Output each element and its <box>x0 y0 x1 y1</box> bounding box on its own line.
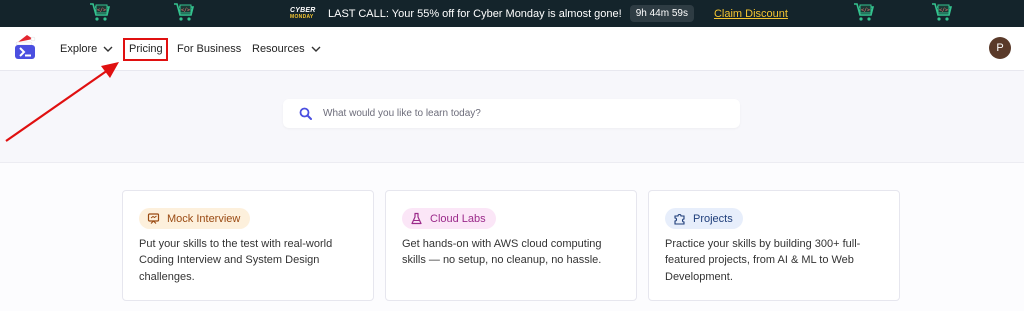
puzzle-icon <box>674 214 685 225</box>
cyber-logo-line2: MONDAY <box>290 13 314 20</box>
shopping-cart-icon: </> <box>174 3 195 21</box>
nav-resources[interactable]: Resources <box>252 27 321 71</box>
pricing-highlight-box <box>123 38 168 61</box>
projects-label: Projects <box>693 212 733 225</box>
nav-business-label: For Business <box>177 43 242 55</box>
whiteboard-icon <box>147 213 160 224</box>
shopping-cart-icon: </> <box>854 3 875 21</box>
cyber-logo-line1: CYBER <box>290 6 316 14</box>
countdown-timer: 9h 44m 59s <box>629 5 694 22</box>
cloud-labs-card[interactable]: Cloud Labs Get hands-on with AWS cloud c… <box>385 190 637 301</box>
cloud-labs-pill: Cloud Labs <box>402 208 496 229</box>
nav-resources-label: Resources <box>252 43 305 55</box>
search-bar[interactable] <box>283 99 740 128</box>
shopping-cart-icon: </> <box>932 3 953 21</box>
banner-content: CYBER MONDAY LAST CALL: Your 55% off for… <box>290 0 788 27</box>
claim-discount-link[interactable]: Claim Discount <box>714 8 788 20</box>
nav-for-business[interactable]: For Business <box>177 27 241 71</box>
user-avatar[interactable]: P <box>989 37 1011 59</box>
banner-message: LAST CALL: Your 55% off for Cyber Monday… <box>328 7 622 20</box>
chevron-down-icon <box>311 46 321 52</box>
cloud-labs-description: Get hands-on with AWS cloud computing sk… <box>402 238 602 267</box>
nav-explore-label: Explore <box>60 43 98 55</box>
educative-logo-icon[interactable] <box>13 33 37 61</box>
mock-interview-description: Put your skills to the test with real-wo… <box>139 238 333 283</box>
cyber-monday-logo: CYBER MONDAY <box>290 6 322 22</box>
svg-text:</>: </> <box>939 8 948 14</box>
search-icon <box>299 107 312 120</box>
flask-icon <box>411 212 422 225</box>
top-navbar: Explore Pricing For Business Resources P <box>0 27 1024 71</box>
mock-interview-card[interactable]: Mock Interview Put your skills to the te… <box>122 190 374 301</box>
cloud-labs-label: Cloud Labs <box>430 212 486 225</box>
svg-text:</>: </> <box>181 8 190 14</box>
mock-interview-pill: Mock Interview <box>139 208 251 229</box>
nav-explore[interactable]: Explore <box>60 27 113 71</box>
shopping-cart-icon: </> <box>90 3 111 21</box>
promo-banner: </> </> </> </> CYBER MONDAY LAST CALL: … <box>0 0 1024 27</box>
search-input[interactable] <box>323 108 703 119</box>
svg-text:</>: </> <box>861 8 870 14</box>
chevron-down-icon <box>103 46 113 52</box>
projects-description: Practice your skills by building 300+ fu… <box>665 238 861 283</box>
projects-card[interactable]: Projects Practice your skills by buildin… <box>648 190 900 301</box>
mock-interview-label: Mock Interview <box>167 212 241 225</box>
svg-text:</>: </> <box>97 8 106 14</box>
projects-pill: Projects <box>665 208 743 229</box>
